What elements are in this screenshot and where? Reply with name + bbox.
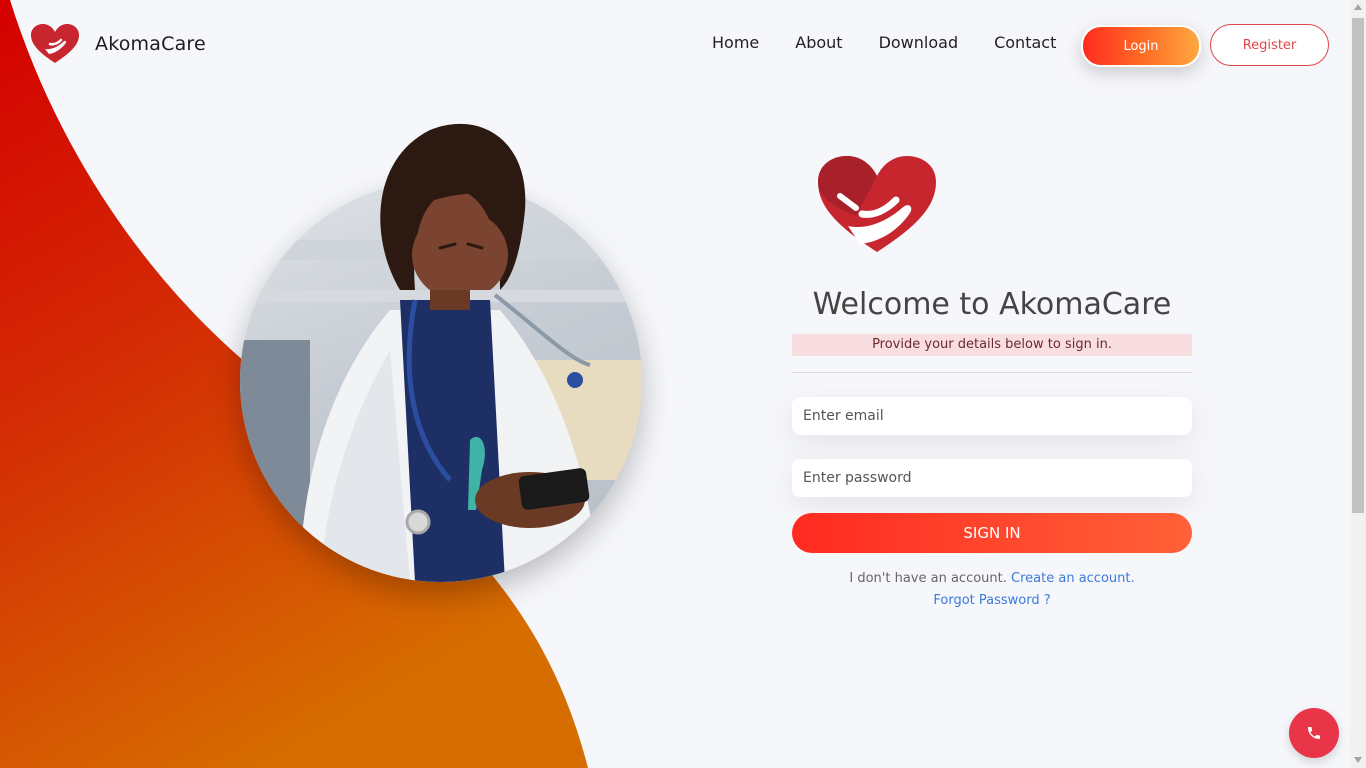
register-button[interactable]: Register — [1210, 24, 1329, 66]
heart-hand-icon — [31, 24, 79, 63]
nav-download[interactable]: Download — [879, 33, 959, 52]
email-input[interactable] — [792, 397, 1192, 435]
no-account-text: I don't have an account. — [849, 571, 1007, 586]
forgot-password-row: Forgot Password ? — [792, 593, 1192, 608]
welcome-heading: Welcome to AkomaCare — [812, 287, 1172, 322]
nav-about[interactable]: About — [795, 33, 842, 52]
brand[interactable]: AkomaCare — [30, 24, 206, 64]
login-button[interactable]: Login — [1081, 25, 1201, 67]
form-divider — [792, 372, 1192, 373]
brand-name: AkomaCare — [95, 33, 206, 55]
doctor-hair-overflow — [380, 123, 526, 290]
nav-contact[interactable]: Contact — [994, 33, 1056, 52]
forgot-password-link[interactable]: Forgot Password ? — [933, 593, 1050, 608]
signin-instructions: Provide your details below to sign in. — [792, 334, 1192, 356]
create-account-link[interactable]: Create an account. — [1011, 571, 1135, 586]
scrollbar-thumb[interactable] — [1352, 18, 1364, 513]
sign-in-button[interactable]: SIGN IN — [792, 513, 1192, 553]
scroll-up-arrow-icon[interactable] — [1354, 4, 1362, 10]
main-nav: Home About Download Contact — [712, 33, 1092, 52]
phone-icon — [1308, 727, 1320, 739]
account-prompt: I don't have an account. Create an accou… — [792, 571, 1192, 586]
nav-home[interactable]: Home — [712, 33, 759, 52]
call-button[interactable] — [1289, 708, 1339, 758]
background-wave-shape — [0, 0, 588, 768]
heart-hand-logo-icon — [818, 156, 936, 252]
password-input[interactable] — [792, 459, 1192, 497]
scroll-down-arrow-icon[interactable] — [1354, 757, 1362, 763]
